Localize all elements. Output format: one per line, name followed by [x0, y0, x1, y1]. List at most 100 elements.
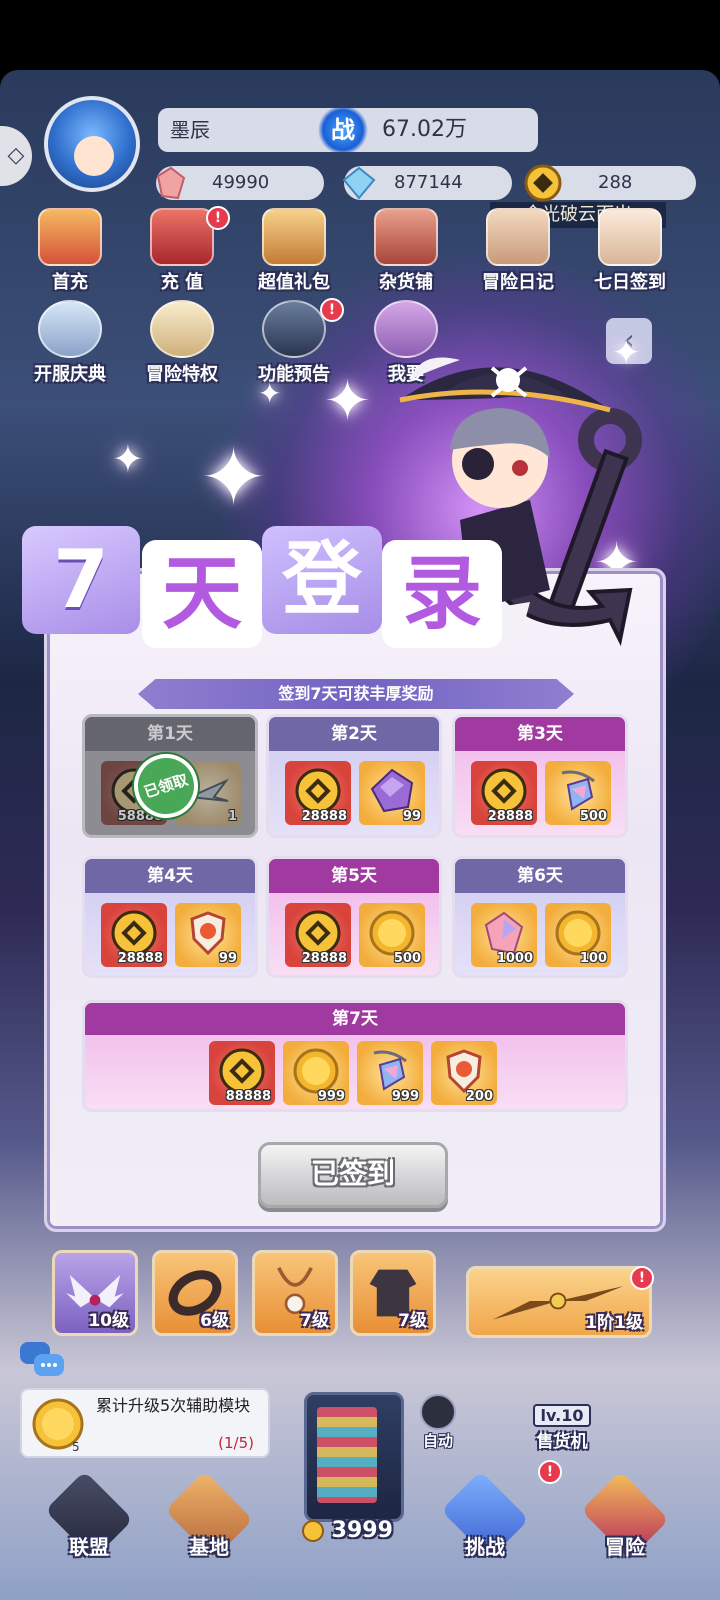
equip-slot-armor[interactable]: 7级 — [350, 1250, 436, 1336]
title-char-lu: 录 — [382, 540, 502, 648]
equip-level: 1阶1级 — [585, 1313, 643, 1333]
day-label: 第7天 — [85, 1003, 625, 1035]
power-icon: 战 — [318, 108, 368, 152]
red-chest-icon — [150, 208, 214, 266]
reward-count: 500 — [579, 809, 607, 824]
vending-upgrade-info[interactable]: lv.10 售货机 — [530, 1404, 594, 1464]
day-label: 第6天 — [455, 859, 625, 893]
quest-panel[interactable]: 5 累计升级5次辅助模块 (1/5) — [20, 1388, 270, 1458]
reward-count: 28888 — [301, 809, 347, 824]
chat-button[interactable] — [18, 1340, 66, 1380]
day-label: 第3天 — [455, 717, 625, 751]
equip-slot-gold-wings[interactable]: 1阶1级 — [466, 1266, 652, 1338]
nav-alliance[interactable]: 联盟 — [34, 1470, 144, 1560]
reward-slot: 99 — [359, 761, 425, 825]
reward-count: 28888 — [301, 951, 347, 966]
feature-first-recharge[interactable]: 首充 — [20, 208, 120, 298]
power-value: 67.02万 — [382, 117, 467, 142]
reward-count: 28888 — [487, 809, 533, 824]
day-card-3[interactable]: 第3天 28888 500 — [452, 714, 628, 838]
reward-count: 200 — [465, 1089, 493, 1104]
nav-adventure[interactable]: 冒险 — [570, 1470, 680, 1560]
equip-level: 7级 — [300, 1311, 329, 1331]
feature-adventure-privilege[interactable]: 冒险特权 — [132, 300, 232, 390]
gold-token-icon — [219, 1048, 265, 1094]
checklist-icon — [598, 208, 662, 266]
day-card-5[interactable]: 第5天 28888 500 — [266, 856, 442, 978]
alert-badge: ! — [630, 1266, 654, 1290]
feature-label: 首充 — [52, 272, 88, 293]
feature-label: 冒险日记 — [482, 272, 554, 293]
shop-chest-icon — [374, 208, 438, 266]
reward-slot: 28888 — [101, 903, 167, 967]
reward-slot: 28888 — [471, 761, 537, 825]
reward-slot: 999 — [283, 1041, 349, 1105]
nav-label: 联盟 — [69, 1535, 109, 1559]
feature-label: 七日签到 — [594, 272, 666, 293]
robot-icon — [420, 1394, 456, 1430]
gem-pendant-icon — [373, 1050, 407, 1091]
resource-bar-1[interactable]: 49990 — [156, 166, 324, 200]
reward-slot: 100 — [545, 903, 611, 967]
feature-general-store[interactable]: 杂货铺 — [356, 208, 456, 298]
feature-seven-day-signin[interactable]: 七日签到 — [580, 208, 680, 298]
vending-machine[interactable] — [304, 1392, 404, 1522]
gift-box-icon — [262, 208, 326, 266]
equip-slot-bracelet[interactable]: 6级 — [152, 1250, 238, 1336]
reward-count: 1 — [227, 809, 237, 824]
player-avatar[interactable] — [44, 96, 140, 192]
day-label: 第5天 — [269, 859, 439, 893]
feature-label: 超值礼包 — [258, 272, 330, 293]
sparkle-icon: ✦ — [324, 369, 371, 434]
feature-label: 开服庆典 — [34, 364, 106, 385]
alert-badge: ! — [538, 1460, 562, 1484]
resource-bar-3[interactable]: 288 — [524, 164, 696, 202]
day-label: 第2天 — [269, 717, 439, 751]
day-card-6[interactable]: 第6天 1000 100 — [452, 856, 628, 978]
vr-goggles-icon — [262, 300, 326, 358]
feature-server-celebration[interactable]: 开服庆典 — [20, 300, 120, 390]
resource-value-1: 49990 — [212, 172, 270, 193]
sparkle-icon: ✦ — [112, 437, 144, 481]
reward-slot: 200 — [431, 1041, 497, 1105]
feature-adventure-diary[interactable]: 冒险日记 — [468, 208, 568, 298]
auto-button[interactable]: 自动 — [414, 1390, 462, 1460]
day-card-2[interactable]: 第2天 28888 99 — [266, 714, 442, 838]
signed-in-button[interactable]: 已签到 — [258, 1142, 448, 1208]
nav-label: 基地 — [189, 1535, 229, 1559]
equip-slot-wings[interactable]: 10级 — [52, 1250, 138, 1336]
reward-slot: 28888 — [285, 903, 351, 967]
certificate-icon — [150, 300, 214, 358]
nav-base[interactable]: 基地 — [154, 1470, 264, 1560]
player-name: 墨辰 — [170, 118, 210, 142]
gold-token-icon — [111, 910, 157, 956]
gold-token-icon — [295, 768, 341, 814]
reward-count: 99 — [218, 951, 237, 966]
scroll-icon — [486, 208, 550, 266]
reward-slot: 99 — [175, 903, 241, 967]
day-card-7[interactable]: 第7天 88888 999 999 200 — [82, 1000, 628, 1112]
vending-coins: 3999 — [302, 1518, 406, 1552]
equip-slot-necklace[interactable]: 7级 — [252, 1250, 338, 1336]
day-label: 第4天 — [85, 859, 255, 893]
gold-coin-icon — [369, 910, 415, 956]
resource-bar-2[interactable]: 877144 — [342, 166, 512, 200]
trophy-icon — [38, 300, 102, 358]
feature-label: 杂货铺 — [379, 272, 433, 293]
alert-badge: ! — [206, 206, 230, 230]
equip-level: 7级 — [398, 1311, 427, 1331]
reward-slot: 1000 — [471, 903, 537, 967]
reward-count: 99 — [402, 809, 421, 824]
feature-label: 冒险特权 — [146, 364, 218, 385]
purple-crystal-icon — [370, 768, 414, 813]
quest-reward-count: 5 — [72, 1440, 80, 1454]
blue-diamond-icon — [342, 166, 376, 200]
nav-challenge[interactable]: 挑战 — [430, 1470, 540, 1560]
day-card-4[interactable]: 第4天 28888 99 — [82, 856, 258, 978]
feature-value-pack[interactable]: 超值礼包 — [244, 208, 344, 298]
double-chevron-icon: ◇ — [7, 143, 25, 168]
reward-count: 1000 — [496, 951, 533, 966]
pink-crystal-icon — [156, 166, 186, 200]
reward-slot: 88888 — [209, 1041, 275, 1105]
title-char-day: 天 — [142, 540, 262, 648]
